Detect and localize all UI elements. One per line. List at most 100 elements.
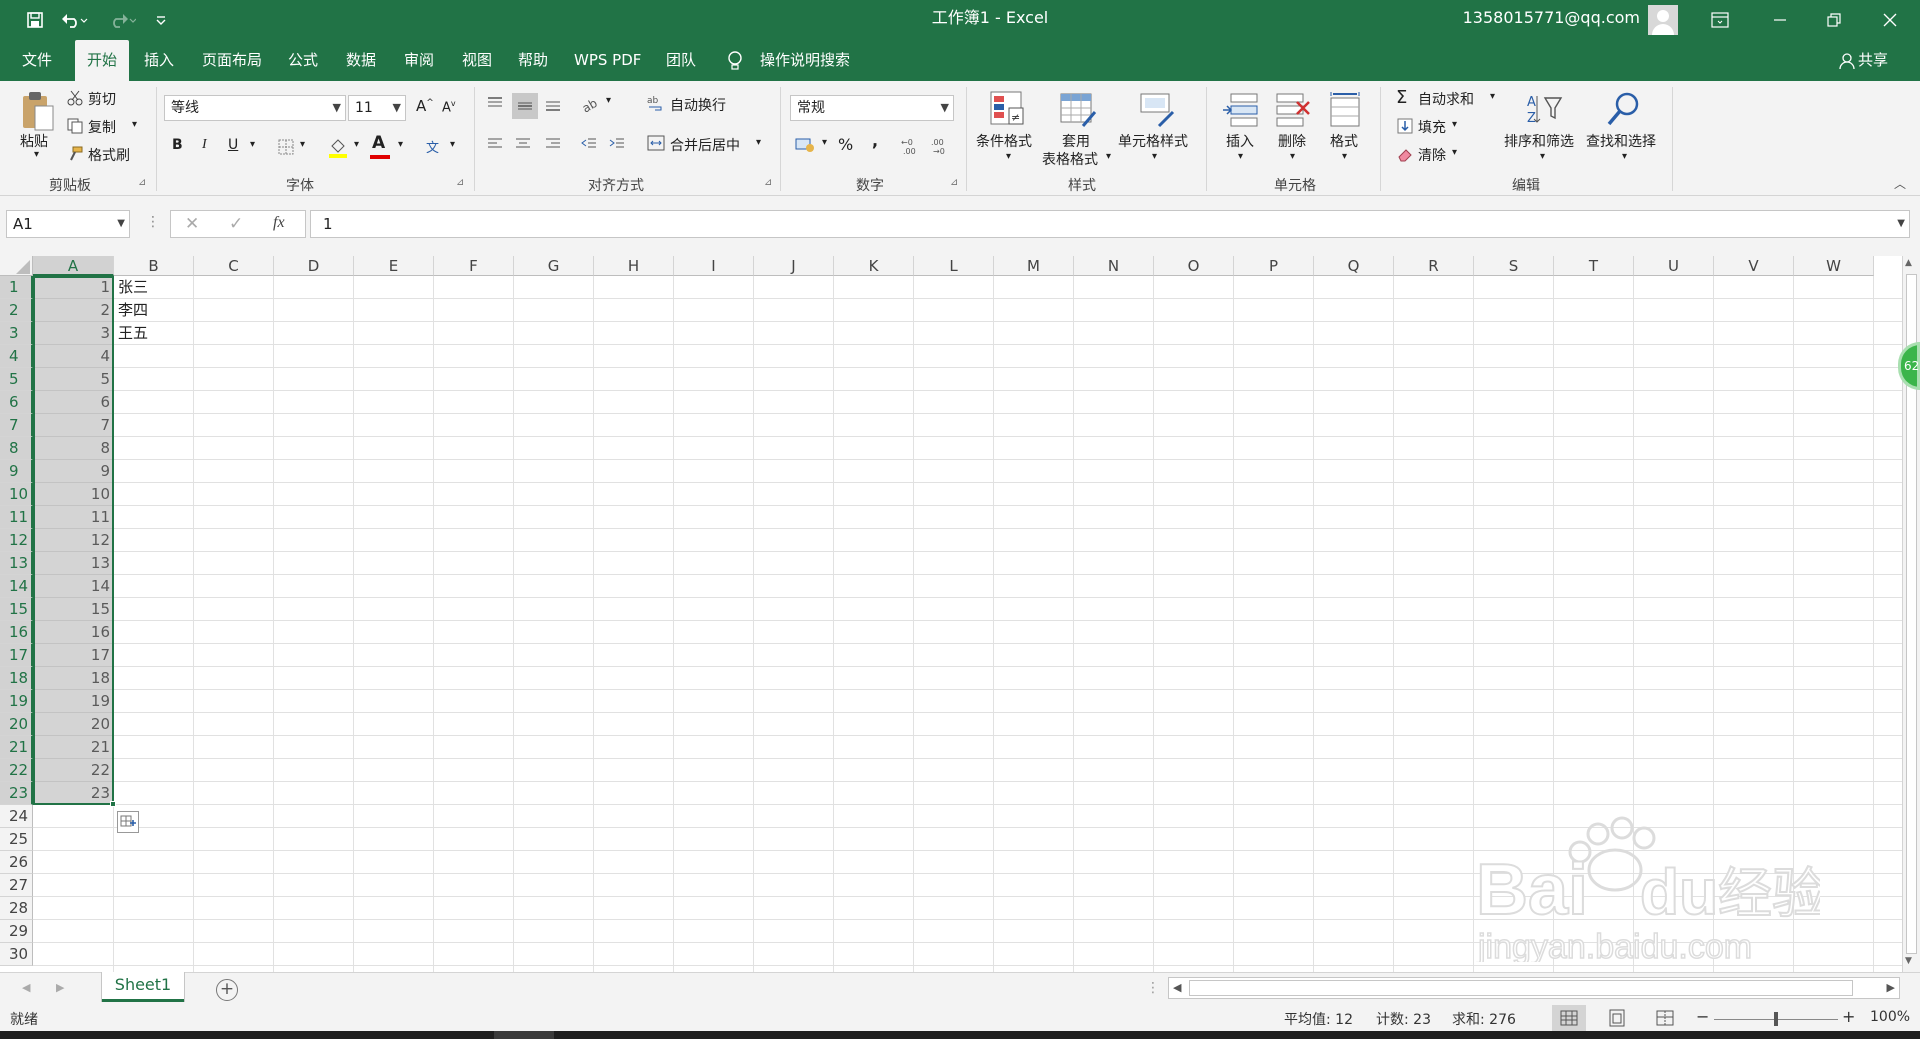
cell-b1[interactable]: 张三 bbox=[118, 276, 192, 299]
column-header-p[interactable]: P bbox=[1234, 256, 1314, 276]
zoom-slider-thumb[interactable] bbox=[1774, 1012, 1778, 1026]
shrink-font-button[interactable]: Av bbox=[442, 99, 456, 115]
column-header-g[interactable]: G bbox=[514, 256, 594, 276]
grow-font-button[interactable]: A^ bbox=[416, 97, 434, 115]
number-format-combo[interactable]: 常规 ▼ bbox=[790, 95, 954, 121]
align-left-icon[interactable] bbox=[484, 133, 506, 155]
avatar[interactable] bbox=[1648, 5, 1678, 35]
format-as-table-button[interactable]: 表格格式 bbox=[1042, 149, 1098, 169]
sheet-tab-sheet1[interactable]: Sheet1 bbox=[102, 972, 184, 1002]
orientation-dropdown-icon[interactable]: ▾ bbox=[606, 95, 611, 106]
row-header-16[interactable]: 16 bbox=[0, 621, 33, 644]
tab-insert[interactable]: 插入 bbox=[132, 40, 186, 81]
undo-icon[interactable] bbox=[56, 8, 92, 32]
format-painter-button[interactable]: 格式刷 bbox=[88, 145, 130, 165]
scroll-left-icon[interactable]: ◀ bbox=[1173, 981, 1181, 994]
column-header-b[interactable]: B bbox=[114, 256, 194, 276]
page-break-view-icon[interactable] bbox=[1648, 1005, 1682, 1031]
new-sheet-button[interactable]: + bbox=[216, 979, 238, 1001]
clipboard-launcher-icon[interactable]: ⊿ bbox=[138, 177, 146, 188]
sort-dropdown-icon[interactable]: ▾ bbox=[1540, 151, 1545, 162]
tab-file[interactable]: 文件 bbox=[10, 40, 64, 81]
row-header-9[interactable]: 9 bbox=[0, 460, 33, 483]
name-box[interactable]: A1 ▼ bbox=[6, 210, 130, 238]
row-header-24[interactable]: 24 bbox=[0, 805, 33, 828]
quick-analysis-icon[interactable] bbox=[117, 811, 139, 833]
italic-button[interactable]: I bbox=[202, 137, 207, 153]
align-bottom-icon[interactable] bbox=[542, 93, 564, 115]
split-handle-icon[interactable]: ⋮ bbox=[1146, 980, 1160, 996]
row-header-22[interactable]: 22 bbox=[0, 759, 33, 782]
format-painter-icon[interactable] bbox=[66, 145, 84, 163]
column-header-t[interactable]: T bbox=[1554, 256, 1634, 276]
paste-icon[interactable] bbox=[18, 89, 58, 133]
page-layout-view-icon[interactable] bbox=[1600, 1005, 1634, 1031]
row-header-26[interactable]: 26 bbox=[0, 851, 33, 874]
tab-wps-pdf[interactable]: WPS PDF bbox=[562, 40, 653, 81]
row-header-15[interactable]: 15 bbox=[0, 598, 33, 621]
row-header-25[interactable]: 25 bbox=[0, 828, 33, 851]
column-header-e[interactable]: E bbox=[354, 256, 434, 276]
column-header-n[interactable]: N bbox=[1074, 256, 1154, 276]
tab-view[interactable]: 视图 bbox=[450, 40, 504, 81]
format-cells-icon[interactable] bbox=[1326, 91, 1364, 129]
row-header-2[interactable]: 2 bbox=[0, 299, 33, 322]
account-name[interactable]: 1358015771@qq.com bbox=[1460, 0, 1640, 40]
column-header-m[interactable]: M bbox=[994, 256, 1074, 276]
column-header-l[interactable]: L bbox=[914, 256, 994, 276]
paste-dropdown-icon[interactable]: ▾ bbox=[34, 149, 39, 160]
insert-cells-button[interactable]: 插入 bbox=[1226, 131, 1254, 151]
row-header-13[interactable]: 13 bbox=[0, 552, 33, 575]
borders-dropdown-icon[interactable]: ▾ bbox=[300, 139, 305, 150]
find-select-button[interactable]: 查找和选择 bbox=[1586, 131, 1656, 151]
percent-button[interactable]: % bbox=[838, 135, 853, 154]
delete-dropdown-icon[interactable]: ▾ bbox=[1290, 151, 1295, 162]
column-header-h[interactable]: H bbox=[594, 256, 674, 276]
font-color-button[interactable]: A bbox=[372, 133, 385, 153]
select-all-corner[interactable] bbox=[0, 256, 33, 276]
expand-formula-icon[interactable]: ▼ bbox=[1897, 211, 1905, 237]
increase-indent-icon[interactable] bbox=[606, 133, 628, 155]
underline-dropdown-icon[interactable]: ▾ bbox=[250, 139, 255, 150]
merge-dropdown-icon[interactable]: ▾ bbox=[756, 137, 761, 148]
column-header-a[interactable]: A bbox=[33, 256, 114, 276]
format-dropdown-icon[interactable]: ▾ bbox=[1342, 151, 1347, 162]
row-header-29[interactable]: 29 bbox=[0, 920, 33, 943]
tab-review[interactable]: 审阅 bbox=[392, 40, 446, 81]
merge-center-button[interactable]: 合并后居中 bbox=[670, 135, 740, 155]
restore-icon[interactable] bbox=[1804, 0, 1864, 40]
scroll-up-icon[interactable]: ▲ bbox=[1905, 258, 1912, 268]
zoom-level[interactable]: 100% bbox=[1870, 1009, 1910, 1025]
column-header-k[interactable]: K bbox=[834, 256, 914, 276]
comma-button[interactable]: , bbox=[872, 131, 878, 150]
cell-styles-icon[interactable] bbox=[1136, 89, 1176, 129]
conditional-dropdown-icon[interactable]: ▾ bbox=[1006, 151, 1011, 162]
column-header-i[interactable]: I bbox=[674, 256, 754, 276]
row-header-12[interactable]: 12 bbox=[0, 529, 33, 552]
sigma-icon[interactable]: Σ bbox=[1396, 87, 1407, 108]
row-header-6[interactable]: 6 bbox=[0, 391, 33, 414]
accounting-format-icon[interactable] bbox=[794, 133, 818, 155]
font-name-combo[interactable]: 等线 ▼ bbox=[164, 95, 346, 121]
cell-styles-button[interactable]: 单元格样式 bbox=[1118, 131, 1188, 151]
row-header-20[interactable]: 20 bbox=[0, 713, 33, 736]
close-icon[interactable] bbox=[1860, 0, 1920, 40]
copy-button[interactable]: 复制 bbox=[88, 117, 116, 137]
horizontal-scroll-thumb[interactable] bbox=[1189, 980, 1853, 996]
column-header-s[interactable]: S bbox=[1474, 256, 1554, 276]
clear-dropdown-icon[interactable]: ▾ bbox=[1452, 147, 1457, 158]
orientation-icon[interactable]: ab bbox=[580, 93, 604, 115]
tab-help[interactable]: 帮助 bbox=[506, 40, 560, 81]
wrap-text-button[interactable]: 自动换行 bbox=[670, 95, 726, 115]
row-header-1[interactable]: 1 bbox=[0, 276, 33, 299]
cell-styles-dropdown-icon[interactable]: ▾ bbox=[1152, 151, 1157, 162]
insert-cells-icon[interactable] bbox=[1222, 91, 1260, 129]
row-header-4[interactable]: 4 bbox=[0, 345, 33, 368]
column-header-d[interactable]: D bbox=[274, 256, 354, 276]
fill-handle[interactable] bbox=[110, 801, 116, 807]
font-color-dropdown-icon[interactable]: ▾ bbox=[398, 139, 403, 150]
find-select-icon[interactable] bbox=[1604, 89, 1644, 129]
phonetic-button[interactable]: 文 bbox=[426, 137, 439, 156]
autosum-dropdown-icon[interactable]: ▾ bbox=[1490, 91, 1495, 102]
row-header-11[interactable]: 11 bbox=[0, 506, 33, 529]
